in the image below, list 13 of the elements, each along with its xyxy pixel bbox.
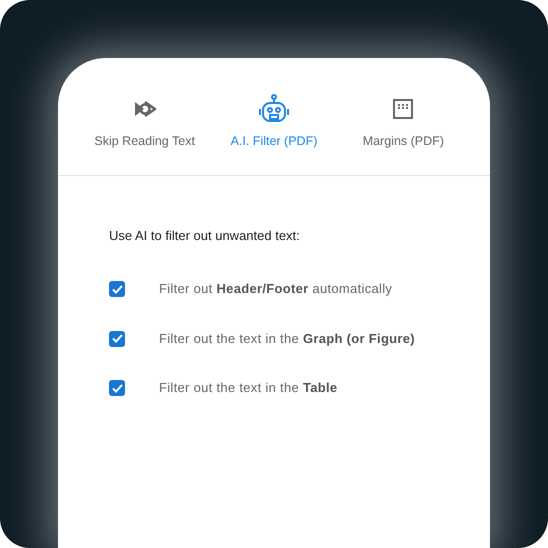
robot-icon xyxy=(258,94,290,124)
checkbox[interactable] xyxy=(109,281,125,297)
grid-icon xyxy=(393,99,414,119)
checkbox[interactable] xyxy=(109,380,125,396)
option-label: Filter out the text in the Table xyxy=(159,379,338,398)
option-label: Filter out the text in the Graph (or Figure) xyxy=(159,330,415,348)
checkbox[interactable] xyxy=(109,330,125,346)
tab[interactable]: Margins (PDF) xyxy=(338,94,468,151)
section-heading: Use AI to filter out unwanted text: xyxy=(109,226,301,245)
tab[interactable]: Skip Reading Text xyxy=(80,94,210,151)
skip-icon xyxy=(132,100,157,118)
option-label: Filter out Header/Footer automatically xyxy=(159,280,392,298)
tab[interactable]: A.I. Filter (PDF) xyxy=(209,94,339,151)
